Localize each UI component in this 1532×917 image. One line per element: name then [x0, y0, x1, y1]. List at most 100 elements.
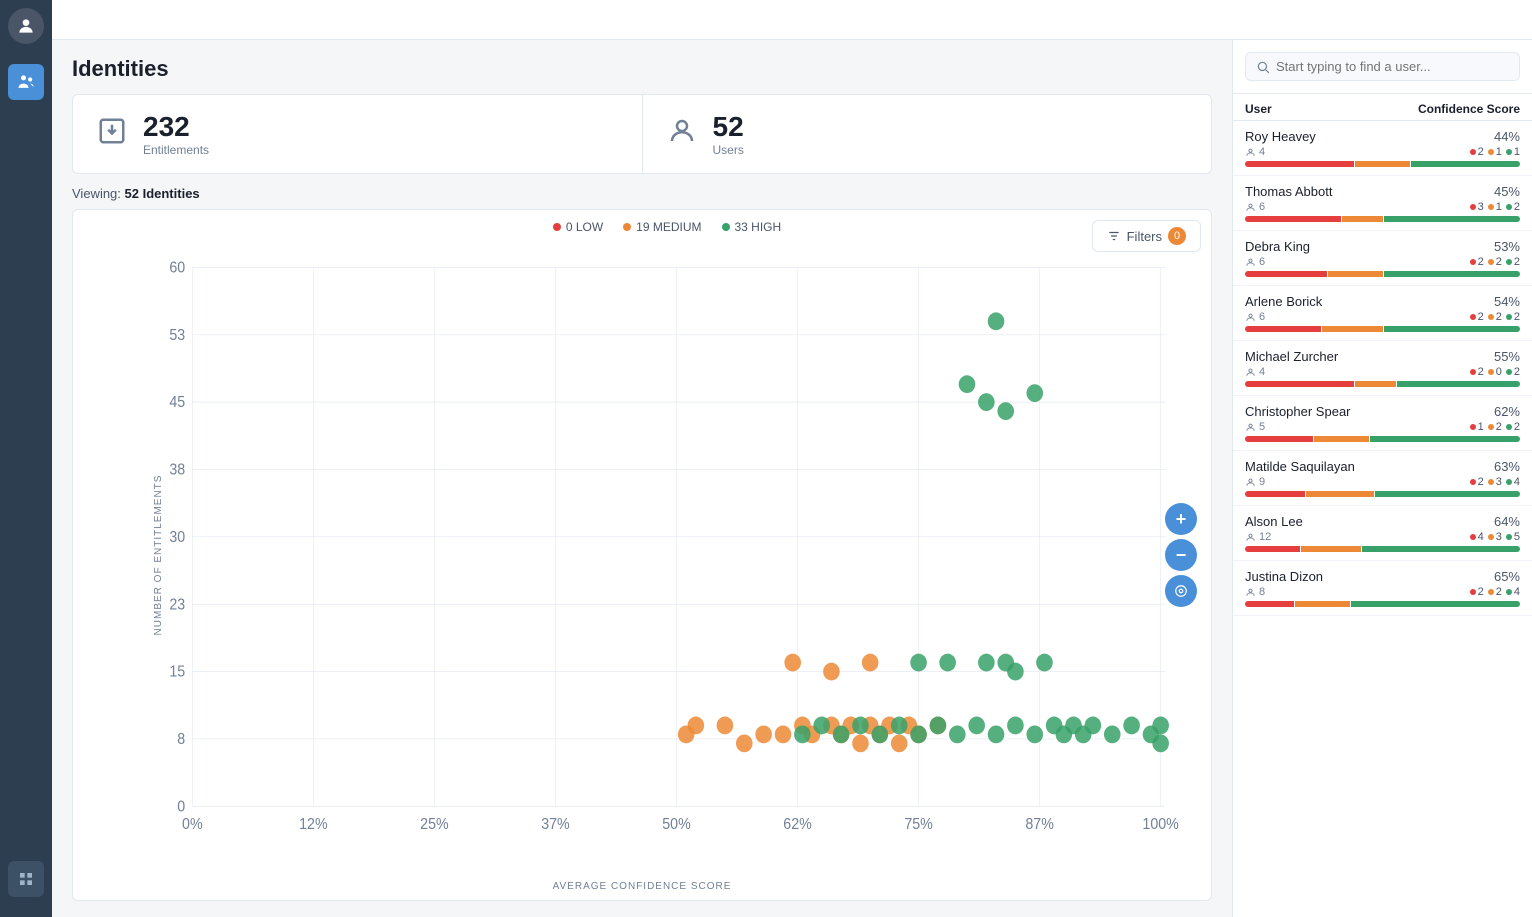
- zoom-out-button[interactable]: −: [1165, 539, 1197, 571]
- scatter-dot[interactable]: [959, 375, 976, 393]
- user-item[interactable]: Christopher Spear 62% 5 1 2 2: [1233, 396, 1532, 451]
- scatter-dot[interactable]: [1123, 717, 1140, 735]
- search-input[interactable]: [1276, 59, 1509, 74]
- user-score: 64%: [1494, 514, 1520, 529]
- scatter-dot[interactable]: [910, 654, 927, 672]
- scatter-dot[interactable]: [1152, 717, 1169, 735]
- legend-low: 0 LOW: [553, 220, 603, 234]
- filter-button[interactable]: Filters 0: [1092, 220, 1201, 252]
- user-count: 4: [1245, 366, 1265, 378]
- svg-text:38: 38: [169, 462, 185, 479]
- legend-dot-medium: [623, 223, 631, 231]
- bar-segment: [1245, 326, 1321, 332]
- user-item[interactable]: Thomas Abbott 45% 6 3 1 2: [1233, 176, 1532, 231]
- svg-text:45: 45: [169, 395, 185, 412]
- svg-text:30: 30: [169, 530, 185, 547]
- user-item[interactable]: Arlene Borick 54% 6 2 2 2: [1233, 286, 1532, 341]
- user-count: 6: [1245, 201, 1265, 213]
- bar-segment: [1245, 491, 1305, 497]
- bar-segment: [1397, 381, 1520, 387]
- scatter-dot[interactable]: [939, 654, 956, 672]
- confidence-bar: [1245, 436, 1520, 442]
- user-item[interactable]: Michael Zurcher 55% 4 2 0 2: [1233, 341, 1532, 396]
- svg-text:53: 53: [169, 327, 185, 344]
- confidence-bar: [1245, 381, 1520, 387]
- confidence-bar: [1245, 491, 1520, 497]
- bar-segment: [1355, 161, 1410, 167]
- zoom-in-button[interactable]: +: [1165, 503, 1197, 535]
- sidebar-grid-icon[interactable]: [8, 861, 44, 897]
- scatter-dot[interactable]: [688, 717, 705, 735]
- scatter-dot[interactable]: [891, 717, 908, 735]
- user-item[interactable]: Alson Lee 64% 12 4 3 5: [1233, 506, 1532, 561]
- user-top-row: Thomas Abbott 45%: [1245, 184, 1520, 199]
- scatter-dot[interactable]: [1007, 717, 1024, 735]
- scatter-dot[interactable]: [813, 717, 830, 735]
- confidence-dot: [1506, 534, 1512, 540]
- bar-segment: [1245, 271, 1327, 277]
- scatter-dot[interactable]: [988, 312, 1005, 330]
- user-list-header: User Confidence Score: [1233, 94, 1532, 121]
- users-info: 52 Users: [713, 111, 744, 157]
- scatter-dot[interactable]: [997, 402, 1014, 420]
- scatter-dot[interactable]: [1026, 384, 1043, 402]
- confidence-dot: [1470, 479, 1476, 485]
- user-name: Alson Lee: [1245, 514, 1303, 529]
- scatter-dot[interactable]: [1007, 663, 1024, 681]
- svg-text:8: 8: [177, 732, 185, 749]
- scatter-dot[interactable]: [949, 726, 966, 744]
- user-item[interactable]: Matilde Saquilayan 63% 9 2 3 4: [1233, 451, 1532, 506]
- scatter-dot[interactable]: [784, 654, 801, 672]
- user-dots: 2 2 2: [1470, 256, 1520, 268]
- chart-legend: 0 LOW 19 MEDIUM 33 HIGH: [133, 220, 1201, 234]
- bar-segment: [1375, 491, 1520, 497]
- scatter-dot[interactable]: [968, 717, 985, 735]
- user-name: Arlene Borick: [1245, 294, 1322, 309]
- user-top-row: Alson Lee 64%: [1245, 514, 1520, 529]
- scatter-dot[interactable]: [862, 654, 879, 672]
- scatter-dot[interactable]: [717, 717, 734, 735]
- user-avatar[interactable]: [8, 8, 44, 44]
- scatter-dot[interactable]: [794, 726, 811, 744]
- scatter-dot[interactable]: [978, 393, 995, 411]
- dot-item: 4: [1506, 586, 1520, 598]
- bar-segment: [1245, 436, 1313, 442]
- scatter-dot[interactable]: [1085, 717, 1102, 735]
- scatter-dot[interactable]: [1152, 734, 1169, 752]
- search-input-wrap[interactable]: [1245, 52, 1520, 81]
- zoom-reset-button[interactable]: [1165, 575, 1197, 607]
- scatter-dot[interactable]: [910, 726, 927, 744]
- user-dots: 2 3 4: [1470, 476, 1520, 488]
- scatter-dot[interactable]: [1104, 726, 1121, 744]
- scatter-dot[interactable]: [736, 734, 753, 752]
- scatter-dot[interactable]: [1026, 726, 1043, 744]
- scatter-dot[interactable]: [891, 734, 908, 752]
- scatter-dot[interactable]: [852, 734, 869, 752]
- scatter-dot[interactable]: [930, 717, 947, 735]
- user-count: 8: [1245, 586, 1265, 598]
- sidebar-item-identities[interactable]: [8, 64, 44, 100]
- legend-dot-low: [553, 223, 561, 231]
- scatter-dot[interactable]: [1036, 654, 1053, 672]
- bar-segment: [1245, 216, 1341, 222]
- scatter-dot[interactable]: [833, 726, 850, 744]
- scatter-dot[interactable]: [775, 726, 792, 744]
- user-item[interactable]: Roy Heavey 44% 4 2 1 1: [1233, 121, 1532, 176]
- right-panel: User Confidence Score Roy Heavey 44% 4 2…: [1232, 40, 1532, 917]
- scatter-plot: 60 53 45 38 30 23 15 8 0 0% 12% 25%: [133, 242, 1201, 852]
- user-count: 6: [1245, 311, 1265, 323]
- bar-segment: [1411, 161, 1520, 167]
- search-icon: [1256, 60, 1270, 74]
- scatter-dot[interactable]: [978, 654, 995, 672]
- svg-text:50%: 50%: [662, 817, 691, 834]
- confidence-dot: [1506, 589, 1512, 595]
- scatter-dot[interactable]: [823, 663, 840, 681]
- user-item[interactable]: Debra King 53% 6 2 2 2: [1233, 231, 1532, 286]
- scatter-dot[interactable]: [852, 717, 869, 735]
- scatter-dot[interactable]: [988, 726, 1005, 744]
- user-item[interactable]: Justina Dizon 65% 8 2 2 4: [1233, 561, 1532, 616]
- scatter-dot[interactable]: [872, 726, 889, 744]
- svg-text:0%: 0%: [182, 817, 203, 834]
- bar-segment: [1384, 326, 1521, 332]
- scatter-dot[interactable]: [755, 726, 772, 744]
